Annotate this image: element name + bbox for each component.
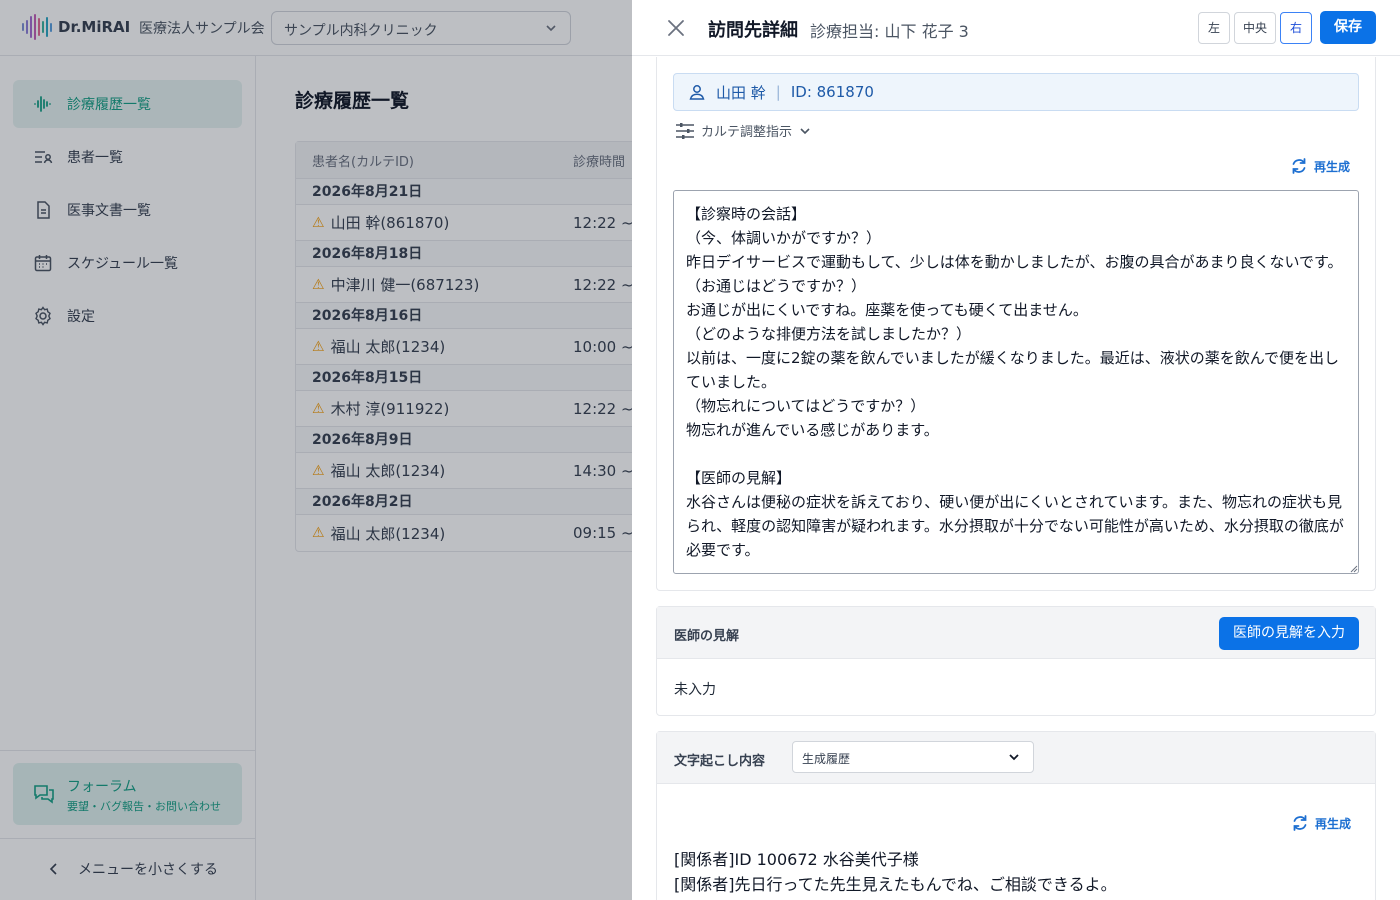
doctor-opinion-value: 未入力: [674, 682, 716, 698]
transcript-line: [関係者]先日行ってた先生見えたもんでね、ご相談できるよ。: [674, 875, 1117, 894]
regenerate-label: 再生成: [1315, 816, 1352, 831]
transcript-title: 文字起こし内容: [674, 754, 766, 769]
separator: |: [775, 83, 781, 101]
doctor-opinion-header: 医師の見解 医師の見解を入力: [657, 607, 1375, 659]
regenerate-button[interactable]: 再生成: [1290, 157, 1350, 175]
save-button[interactable]: 保存: [1320, 11, 1376, 44]
drawer-title: 訪問先詳細: [708, 20, 798, 41]
enter-opinion-button[interactable]: 医師の見解を入力: [1219, 617, 1359, 650]
position-left-button[interactable]: 左: [1198, 12, 1230, 44]
patient-name: 山田 幹: [716, 83, 766, 102]
doctor-opinion-title: 医師の見解: [674, 629, 740, 644]
chevron-down-icon: [1009, 754, 1019, 761]
patient-info-bar: 山田 幹 | ID: 861870: [673, 73, 1359, 111]
transcript-card: 文字起こし内容 生成履歴 再生成 [関係者]ID 100672 水谷美代子様 […: [656, 731, 1376, 900]
patient-id: ID: 861870: [790, 83, 874, 101]
position-right-button[interactable]: 右: [1280, 12, 1312, 44]
position-center-button[interactable]: 中央: [1234, 12, 1276, 44]
generation-history-value: 生成履歴: [802, 752, 851, 766]
transcript-text: [関係者]ID 100672 水谷美代子様 [関係者]先日行ってた先生見えたもん…: [674, 847, 1117, 897]
assigned-doctor: 診療担当: 山下 花子 3: [810, 22, 969, 41]
sliders-icon: [676, 122, 694, 139]
transcript-line: [関係者]ID 100672 水谷美代子様: [674, 850, 919, 869]
regenerate-label: 再生成: [1314, 159, 1351, 174]
generation-history-select[interactable]: 生成履歴: [792, 741, 1034, 773]
user-icon: [689, 85, 705, 100]
refresh-icon: [1292, 158, 1306, 174]
karte-notes-textarea[interactable]: 【診察時の会話】 （今、体調いかがですか？） 昨日デイサービスで運動もして、少し…: [673, 190, 1359, 574]
close-icon[interactable]: [665, 17, 687, 39]
transcript-regenerate-button[interactable]: 再生成: [1291, 814, 1351, 832]
drawer-header: 訪問先詳細 診療担当: 山下 花子 3 左 中央 右 保存: [632, 0, 1400, 56]
doctor-opinion-card: 医師の見解 医師の見解を入力 未入力: [656, 606, 1376, 716]
karte-adjust-toggle[interactable]: カルテ調整指示: [675, 121, 812, 140]
visit-detail-drawer: 訪問先詳細 診療担当: 山下 花子 3 左 中央 右 保存 山田 幹 | ID:…: [632, 0, 1400, 900]
chevron-down-icon: [800, 127, 810, 134]
transcript-header: 文字起こし内容 生成履歴: [657, 732, 1375, 784]
refresh-icon: [1293, 815, 1307, 831]
resize-handle-icon[interactable]: [1349, 564, 1358, 573]
karte-adjust-label: カルテ調整指示: [701, 125, 793, 140]
